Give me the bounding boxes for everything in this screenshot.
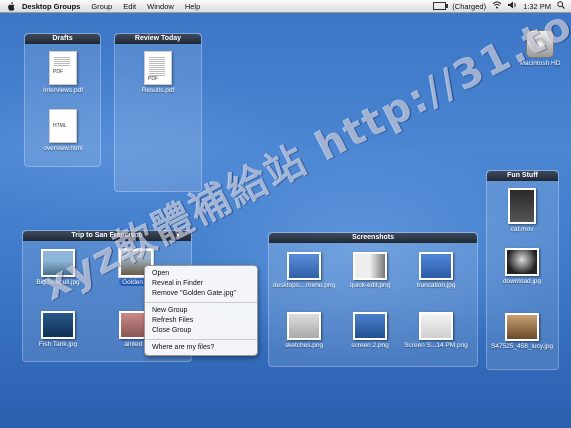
file-label: Interviews.pdf: [42, 87, 84, 94]
file-item[interactable]: quick-edit.png: [335, 252, 405, 289]
menu-item-remove[interactable]: Remove "Golden Gate.jpg": [145, 289, 257, 299]
image-thumbnail: [41, 311, 75, 339]
menu-window[interactable]: Window: [147, 2, 174, 11]
file-label: desktops....menu.png: [272, 282, 336, 289]
menu-separator: [145, 302, 257, 303]
file-label: screen 2.png: [351, 342, 389, 349]
menu-help[interactable]: Help: [185, 2, 200, 11]
menu-item-open[interactable]: Open: [145, 269, 257, 279]
file-label: Screen S...14 PM.png: [404, 342, 468, 349]
image-thumbnail: [353, 252, 387, 280]
file-item[interactable]: screen 2.png: [335, 312, 405, 349]
file-item[interactable]: desktops....menu.png: [269, 252, 339, 289]
file-item[interactable]: sketches.png: [269, 312, 339, 349]
menu-group[interactable]: Group: [91, 2, 112, 11]
pdf-document-icon: PDF: [49, 51, 77, 85]
group-review-today[interactable]: Review Today PDF Results.pdf: [114, 33, 202, 192]
file-label: quick-edit.png: [349, 282, 391, 289]
menu-item-where-are-my-files[interactable]: Where are my files?: [145, 343, 257, 353]
volume-icon[interactable]: [508, 1, 517, 11]
file-item[interactable]: download.jpg: [487, 248, 557, 285]
file-label: Results.pdf: [141, 87, 175, 94]
group-title[interactable]: Screenshots: [269, 233, 477, 243]
image-thumbnail: [353, 312, 387, 340]
menu-app-name[interactable]: Desktop Groups: [22, 2, 80, 11]
menu-item-new-group[interactable]: New Group: [145, 306, 257, 316]
group-title[interactable]: Fun Stuff: [487, 171, 558, 181]
file-label: S47525_458_lucy.jpg: [490, 343, 554, 350]
file-item[interactable]: S47525_458_lucy.jpg: [487, 313, 557, 350]
group-title[interactable]: Drafts: [25, 34, 100, 44]
group-drafts[interactable]: Drafts PDF Interviews.pdf HTML overview.…: [24, 33, 101, 167]
image-thumbnail: [505, 248, 539, 276]
menu-item-reveal-in-finder[interactable]: Reveal in Finder: [145, 279, 257, 289]
menu-item-close-group[interactable]: Close Group: [145, 326, 257, 336]
file-label: download.jpg: [502, 278, 542, 285]
file-item[interactable]: truncation.jpg: [401, 252, 471, 289]
file-item[interactable]: Screen S...14 PM.png: [401, 312, 471, 349]
group-screenshots[interactable]: Screenshots desktops....menu.png quick-e…: [268, 232, 478, 367]
file-item[interactable]: HTML overview.html: [28, 109, 98, 152]
wifi-icon[interactable]: [492, 1, 502, 11]
group-title[interactable]: Review Today: [115, 34, 201, 44]
file-item[interactable]: cat.mov: [487, 188, 557, 233]
menu-item-refresh-files[interactable]: Refresh Files: [145, 316, 257, 326]
group-fun-stuff[interactable]: Fun Stuff cat.mov download.jpg S47525_45…: [486, 170, 559, 370]
movie-thumbnail: [508, 188, 536, 224]
file-item[interactable]: Fish Tank.jpg: [23, 311, 93, 348]
image-thumbnail: [287, 252, 321, 280]
image-thumbnail: [287, 312, 321, 340]
file-label: cat.mov: [510, 226, 534, 233]
file-item[interactable]: PDF Results.pdf: [123, 51, 193, 94]
battery-icon[interactable]: [433, 2, 449, 10]
html-document-icon: HTML: [49, 109, 77, 143]
menu-separator: [145, 339, 257, 340]
menu-edit[interactable]: Edit: [123, 2, 136, 11]
pdf-document-icon: PDF: [144, 51, 172, 85]
battery-status: (Charged): [452, 1, 487, 11]
file-label: truncation.jpg: [416, 282, 456, 289]
file-label: Fish Tank.jpg: [38, 341, 78, 348]
apple-icon[interactable]: [6, 1, 16, 11]
menu-bar: Desktop Groups Group Edit Window Help (C…: [0, 0, 571, 13]
context-menu: Open Reveal in Finder Remove "Golden Gat…: [144, 265, 258, 356]
image-thumbnail: [419, 312, 453, 340]
image-thumbnail: [419, 252, 453, 280]
image-thumbnail: [505, 313, 539, 341]
file-label: overview.html: [43, 145, 83, 152]
file-item[interactable]: PDF Interviews.pdf: [28, 51, 98, 94]
file-label: sketches.png: [284, 342, 324, 349]
